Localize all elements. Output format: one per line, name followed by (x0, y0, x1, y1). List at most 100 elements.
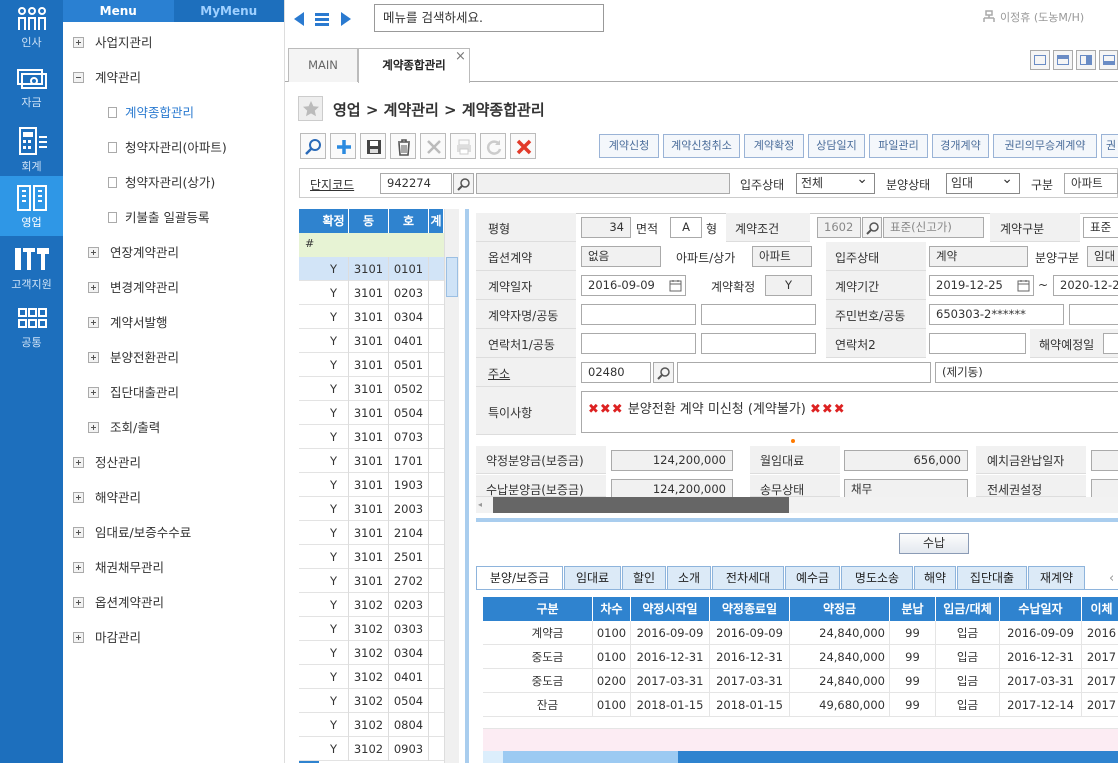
splitter-horizontal[interactable] (476, 518, 1118, 522)
btn-renewal-contract[interactable]: 경개계약 (932, 134, 989, 158)
sub-tab[interactable]: 소개 (667, 566, 711, 590)
rail-item-fund[interactable]: 자금 (0, 60, 63, 120)
menu-list-icon[interactable] (314, 11, 330, 27)
menu-item[interactable]: 집단대출관리 (88, 375, 179, 410)
sub-tab[interactable]: 해약 (914, 566, 956, 590)
grid-row[interactable]: Y 3101 1903 (299, 473, 444, 497)
layout-single-icon[interactable] (1030, 50, 1050, 70)
document-icon[interactable] (108, 107, 117, 118)
pay-header-cell[interactable]: 이체 (1082, 597, 1118, 621)
cancel-date-field[interactable] (1103, 333, 1118, 354)
sub-tab[interactable]: 분양/보증금 (476, 566, 563, 590)
pay-header-cell[interactable]: 입금/대체 (936, 597, 1000, 621)
collapse-icon[interactable] (73, 72, 84, 83)
menu-item[interactable]: 분양전환관리 (88, 340, 179, 375)
complex-code-input[interactable]: 942274 (380, 173, 452, 194)
menu-item[interactable]: 정산관리 (73, 445, 141, 480)
form-hscrollbar[interactable]: ◂ (476, 497, 1118, 513)
grid-scroll-thumb[interactable] (446, 257, 458, 297)
pay-row[interactable]: 계약금 0100 2016-09-09 2016-09-09 24,840,000 99 입… (483, 621, 1118, 645)
pyeong-field[interactable]: 34 (581, 217, 631, 238)
menu-item[interactable]: 계약서발행 (88, 305, 168, 340)
grid-header-ho[interactable]: 호 (389, 209, 429, 233)
move-status-select[interactable]: 전체 (796, 170, 875, 194)
pay-header-cell[interactable]: 수납일자 (1000, 597, 1082, 621)
menu-item[interactable]: 변경계약관리 (88, 270, 179, 305)
sale-status-select[interactable]: 임대 (946, 170, 1020, 194)
grid-row[interactable]: Y 3101 1701 (299, 449, 444, 473)
layout-split-h-icon[interactable] (1053, 50, 1073, 70)
sub-tab[interactable]: 재계약 (1028, 566, 1085, 590)
grid-row[interactable]: Y 3101 0203 (299, 281, 444, 305)
forward-arrow-icon[interactable] (339, 11, 353, 27)
pay-row[interactable]: 중도금 0200 2017-03-31 2017-03-31 24,840,000 99 입… (483, 669, 1118, 693)
grid-row[interactable]: Y 3101 0502 (299, 377, 444, 401)
pay-header-cell[interactable]: 차수 (593, 597, 631, 621)
grid-row[interactable]: Y 3101 2501 (299, 545, 444, 569)
grid-row[interactable]: Y 3102 0903 (299, 737, 444, 761)
btn-more[interactable]: 권 (1101, 134, 1118, 158)
menu-item[interactable]: 청약자관리(상가) (108, 165, 215, 200)
address-lookup-button[interactable] (653, 362, 674, 383)
user-info[interactable]: 이정휴 (도농M/H) (1000, 9, 1084, 25)
grid-scrollbar[interactable] (444, 209, 459, 763)
confirmed-field[interactable]: Y (765, 275, 812, 296)
form-hscroll-thumb[interactable] (493, 497, 789, 513)
expand-icon[interactable] (73, 457, 84, 468)
tab-mymenu[interactable]: MyMenu (173, 0, 284, 22)
layout-split-v-icon[interactable] (1076, 50, 1096, 70)
grid-row[interactable]: Y 3102 0401 (299, 665, 444, 689)
btn-rights-transfer[interactable]: 권리의무승계계약 (993, 134, 1097, 158)
expand-icon[interactable] (88, 247, 99, 258)
menu-item[interactable]: 조회/출력 (88, 410, 160, 445)
cut-button[interactable] (420, 133, 446, 159)
address-field[interactable] (677, 362, 931, 383)
area-field[interactable]: A (670, 217, 702, 238)
period-to-field[interactable]: 2020-12-2 (1053, 275, 1118, 296)
favorite-star-icon[interactable] (298, 96, 323, 121)
splitter-handle[interactable] (791, 439, 795, 443)
address-extra-field[interactable]: (제기동) (935, 362, 1118, 383)
complex-lookup-button[interactable] (453, 173, 474, 194)
grid-row[interactable]: Y 3101 0703 (299, 425, 444, 449)
name-field[interactable] (581, 304, 696, 325)
document-icon[interactable] (108, 177, 117, 188)
scroll-left-icon[interactable]: ◂ (478, 500, 482, 510)
tab-close-icon[interactable]: × (455, 50, 466, 64)
expand-icon[interactable] (73, 632, 84, 643)
document-icon[interactable] (108, 212, 117, 223)
print-button[interactable] (450, 133, 476, 159)
grid-row[interactable]: Y 3101 0101 (299, 257, 444, 281)
grid-row[interactable]: Y 3101 0401 (299, 329, 444, 353)
contact1-field[interactable] (581, 333, 696, 354)
menu-item[interactable]: 해약관리 (73, 480, 141, 515)
sub-tab[interactable]: 임대료 (564, 566, 621, 590)
move-status-field[interactable]: 계약 (929, 246, 1028, 267)
save-button[interactable] (360, 133, 386, 159)
pay-hscroll-thumb[interactable] (503, 751, 678, 763)
joint-contact-field[interactable] (701, 333, 816, 354)
pay-row[interactable]: 중도금 0100 2016-12-31 2016-12-31 24,840,000 99 입… (483, 645, 1118, 669)
grid-row[interactable]: Y 3101 2003 (299, 497, 444, 521)
sub-tab[interactable]: 명도소송 (841, 566, 913, 590)
pay-row[interactable]: 잔금 0100 2018-01-15 2018-01-15 49,680,000 99 입금… (483, 693, 1118, 717)
type-field[interactable]: 아파트 (1064, 173, 1118, 194)
rail-item-hr[interactable]: 인사 (0, 0, 63, 60)
menu-item[interactable]: 계약관리 (73, 60, 141, 95)
grid-row[interactable]: Y 3101 0304 (299, 305, 444, 329)
refresh-button[interactable] (480, 133, 506, 159)
terms-code-field[interactable]: 1602 (817, 217, 861, 238)
monthly-rent-field[interactable]: 656,000 (844, 450, 968, 471)
expand-icon[interactable] (88, 282, 99, 293)
option-field[interactable]: 없음 (581, 246, 661, 267)
menu-item[interactable]: 청약자관리(아파트) (108, 130, 227, 165)
menu-search-input[interactable]: 메뉴를 검색하세요. (374, 4, 604, 32)
joint-resident-field[interactable] (1069, 304, 1118, 325)
btn-consult-log[interactable]: 상담일지 (808, 134, 865, 158)
close-button[interactable] (510, 133, 536, 159)
contract-type-field[interactable]: 표준 (1083, 217, 1118, 238)
grid-row[interactable]: Y 3101 0501 (299, 353, 444, 377)
pay-header-cell[interactable]: 분납 (890, 597, 936, 621)
document-icon[interactable] (108, 142, 117, 153)
expand-icon[interactable] (88, 352, 99, 363)
